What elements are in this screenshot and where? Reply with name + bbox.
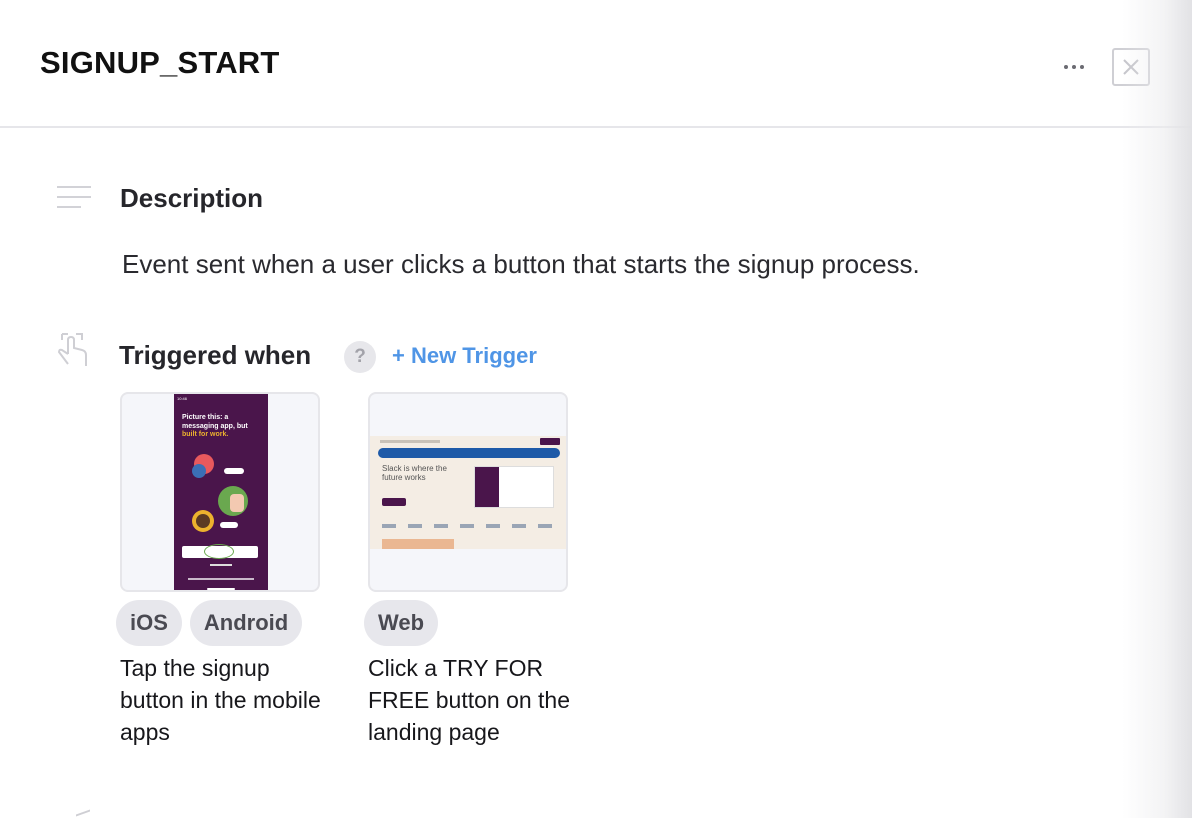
- screenshot-sign-in: [210, 564, 232, 566]
- more-options-button[interactable]: [1058, 54, 1090, 80]
- platform-tags: Web: [364, 600, 439, 646]
- trigger-thumbnail[interactable]: Slack is where the future works: [368, 392, 568, 592]
- next-section-icon: [76, 809, 90, 818]
- web-landing-page-screenshot: Slack is where the future works: [370, 436, 566, 549]
- screenshot-product-image: [474, 466, 554, 508]
- trigger-description: Tap the signup button in the mobile apps: [120, 655, 321, 745]
- chat-bubble: [220, 522, 238, 528]
- screenshot-headline: Picture this: a messaging app, but built…: [182, 414, 248, 438]
- description-text: Event sent when a user clicks a button t…: [122, 249, 920, 279]
- screenshot-section: [382, 539, 454, 549]
- more-horizontal-icon-dot: [1072, 65, 1076, 69]
- description-heading: Description: [120, 183, 264, 213]
- trigger-card: 10:46 Picture this: a messaging app, but…: [116, 392, 321, 745]
- screenshot-invitation-text: [188, 578, 254, 580]
- screenshot-headline: Slack is where the future works: [382, 464, 447, 482]
- screenshot-logos: [382, 524, 554, 528]
- close-icon: [1123, 59, 1139, 75]
- panel-header: SIGNUP_START: [0, 0, 1192, 128]
- screenshot-try-free-button: [540, 438, 560, 445]
- illustration-person: [230, 494, 244, 512]
- platform-tags: iOS Android: [116, 600, 303, 646]
- platform-tag-ios[interactable]: iOS: [116, 600, 182, 646]
- trigger-card: Slack is where the future works Web Clic…: [364, 392, 570, 745]
- close-button[interactable]: [1112, 48, 1150, 86]
- chat-bubble: [224, 468, 244, 474]
- event-detail-panel: SIGNUP_START Description Event sent when…: [0, 0, 1192, 818]
- platform-tag-web[interactable]: Web: [364, 600, 439, 646]
- more-horizontal-icon: [1064, 65, 1068, 69]
- mobile-app-screenshot: 10:46 Picture this: a messaging app, but…: [174, 394, 268, 590]
- screenshot-cta-button: [182, 544, 258, 559]
- screenshot-banner: [378, 448, 560, 458]
- triggered-when-heading: Triggered when: [119, 340, 312, 370]
- help-button[interactable]: ?: [344, 341, 376, 373]
- platform-tag-android[interactable]: Android: [189, 600, 303, 646]
- new-trigger-link[interactable]: + New Trigger: [392, 343, 537, 369]
- screenshot-signup-button: [382, 498, 406, 506]
- trigger-thumbnail[interactable]: 10:46 Picture this: a messaging app, but…: [120, 392, 320, 592]
- phone-status-bar: 10:46: [177, 396, 188, 401]
- screenshot-nav: [380, 440, 440, 443]
- home-indicator: [207, 588, 235, 590]
- hand-pointer-icon: [56, 332, 90, 366]
- illustration-person: [192, 464, 206, 478]
- illustration-person: [196, 514, 210, 528]
- more-horizontal-icon-dot: [1080, 65, 1084, 69]
- trigger-description: Click a TRY FOR FREE button on the landi…: [368, 655, 571, 745]
- text-lines-icon: [57, 186, 91, 210]
- event-title: SIGNUP_START: [40, 45, 280, 80]
